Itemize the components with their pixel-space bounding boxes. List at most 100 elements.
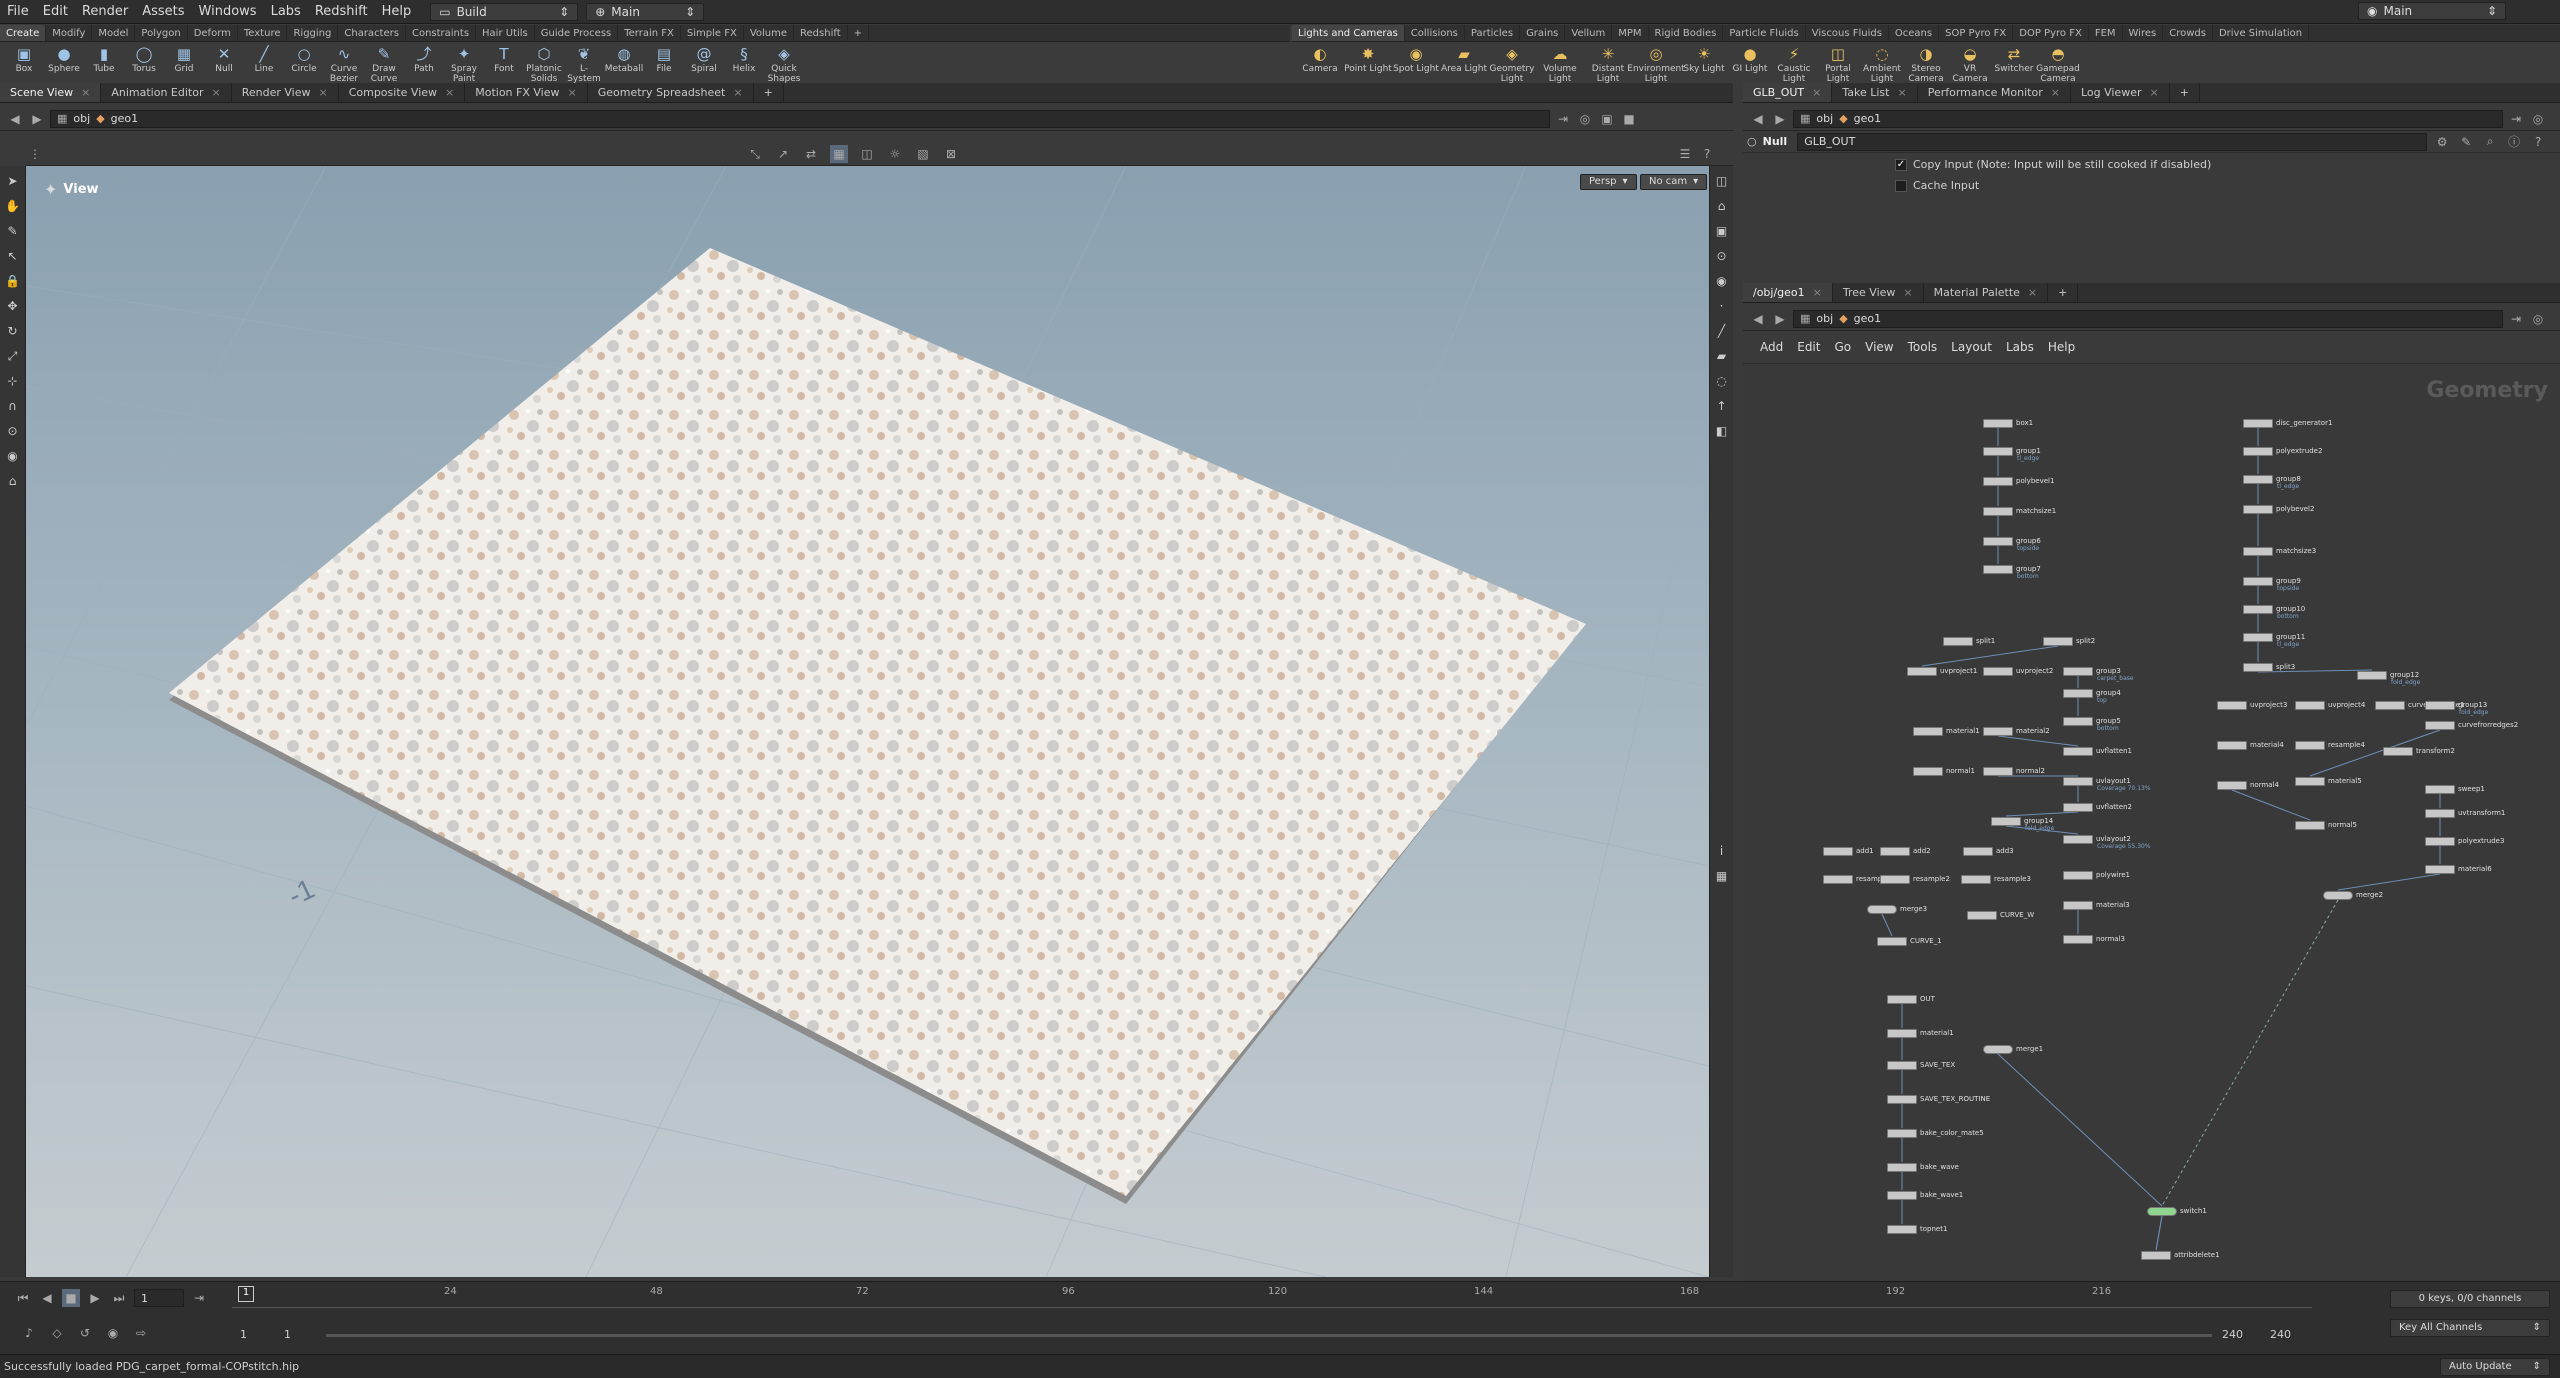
shelf-tool-9[interactable]: ✎ Draw Curve	[364, 44, 404, 85]
shelf-right-tool-4[interactable]: ◈ Geometry Light	[1488, 44, 1536, 85]
shelf-right-tab-11[interactable]: DOP Pyro FX	[2013, 25, 2089, 41]
menu-labs[interactable]: Labs	[264, 0, 308, 24]
network-node[interactable]: sweep1	[2425, 784, 2485, 794]
network-node[interactable]: uvproject3	[2217, 700, 2287, 710]
close-icon[interactable]: ×	[318, 83, 327, 102]
link-icon[interactable]: ◎	[1576, 110, 1594, 128]
shelf-right-tab-7[interactable]: Particle Fluids	[1723, 25, 1806, 41]
network-node[interactable]: group11 tl_edge	[2243, 632, 2305, 648]
wire-icon[interactable]: ◫	[858, 145, 876, 163]
network-menu-item[interactable]: Labs	[1999, 340, 2041, 354]
lights-icon[interactable]: ☼	[886, 145, 904, 163]
shelf-right-tool-9[interactable]: ● GI Light	[1728, 44, 1772, 84]
network-node[interactable]: resample4	[2295, 740, 2365, 750]
shelf-tool-5[interactable]: ✕ Null	[204, 44, 244, 84]
step-icon[interactable]: ⇥	[190, 1289, 208, 1307]
key-all-channels-button[interactable]: Key All Channels ⇕	[2390, 1319, 2550, 1337]
network-node[interactable]: bake_wave	[1887, 1162, 1959, 1172]
3d-viewport[interactable]: -1 ✦ View Persp ▾ No cam ▾	[26, 166, 1709, 1277]
network-node[interactable]: material6	[2425, 864, 2492, 874]
network-menu-item[interactable]: Go	[1827, 340, 1858, 354]
network-node[interactable]: normal1	[1913, 766, 1975, 776]
close-icon[interactable]: ×	[1897, 83, 1906, 102]
network-node[interactable]: group6 topside	[1983, 536, 2041, 552]
network-node[interactable]: split2	[2043, 636, 2095, 646]
search-icon[interactable]: ⌕	[2481, 133, 2499, 151]
step-back-icon[interactable]: ◀	[38, 1289, 56, 1307]
network-node[interactable]: box1	[1983, 418, 2033, 428]
transform-icon[interactable]: ⇄	[802, 145, 820, 163]
shelf-tool-17[interactable]: @ Spiral	[684, 44, 724, 84]
context-dropdown[interactable]: ⊕ Main ⇕	[586, 3, 705, 21]
network-node[interactable]: group14 fold_edge	[1991, 816, 2054, 832]
shelf-tab-model[interactable]: Model	[92, 25, 136, 41]
pane-tab-0[interactable]: /obj/geo1 ×	[1743, 283, 1833, 302]
home-icon[interactable]: ⌂	[1712, 196, 1732, 216]
network-node[interactable]: normal3	[2063, 934, 2125, 944]
shelf-right-tool-3[interactable]: ▰ Area Light	[1440, 44, 1488, 84]
shelf-tool-4[interactable]: ▦ Grid	[164, 44, 204, 84]
network-node[interactable]: polybevel2	[2243, 504, 2314, 514]
pin-icon[interactable]: ⇥	[2507, 110, 2525, 128]
close-icon[interactable]: ×	[1903, 283, 1912, 302]
network-path-field[interactable]: ▦ obj ◆ geo1	[1793, 309, 2503, 328]
network-node[interactable]: attribdelete1	[2141, 1250, 2220, 1260]
shelf-tool-13[interactable]: ⬡ Platonic Solids	[524, 44, 564, 85]
network-node[interactable]: split3	[2243, 662, 2295, 672]
camera-tool-icon[interactable]: ⌂	[3, 471, 23, 491]
network-node[interactable]: group7 bottom	[1983, 564, 2041, 580]
shelf-right-tool-16[interactable]: ◓ Gamepad Camera	[2036, 44, 2080, 85]
close-icon[interactable]: ×	[81, 83, 90, 102]
network-node[interactable]: uvtransform1	[2425, 808, 2505, 818]
help-icon[interactable]: ?	[2529, 133, 2547, 151]
network-node[interactable]: group12 fold_edge	[2357, 670, 2420, 686]
link-icon[interactable]: ◎	[2529, 110, 2547, 128]
shelf-right-tab-14[interactable]: Crowds	[2163, 25, 2213, 41]
grid-menu-icon[interactable]: ⋮	[26, 145, 44, 163]
help-icon[interactable]: ?	[1698, 145, 1716, 163]
shelf-tab-hair-utils[interactable]: Hair Utils	[476, 25, 535, 41]
network-node[interactable]: SAVE_TEX_ROUTINE	[1887, 1094, 1990, 1104]
menu-render[interactable]: Render	[75, 0, 135, 24]
network-node[interactable]: material2	[1983, 726, 2050, 736]
jump-start-icon[interactable]: ⏮	[14, 1289, 32, 1307]
arrow-tool-icon[interactable]: ↖	[3, 246, 23, 266]
shelf-right-tool-14[interactable]: ◒ VR Camera	[1948, 44, 1992, 85]
close-icon[interactable]: ×	[212, 83, 221, 102]
shelf-right-tool-13[interactable]: ◑ Stereo Camera	[1904, 44, 1948, 85]
network-node[interactable]: switch1	[2147, 1206, 2207, 1216]
network-node[interactable]: topnet1	[1887, 1224, 1947, 1234]
network-node[interactable]: resample3	[1961, 874, 2031, 884]
network-node[interactable]: CURVE_1	[1877, 936, 1942, 946]
shelf-tool-1[interactable]: ● Sphere	[44, 44, 84, 84]
network-menu-item[interactable]: Add	[1753, 340, 1790, 354]
display-options-icon[interactable]: ☰	[1676, 145, 1694, 163]
network-node[interactable]: merge1	[1983, 1044, 2043, 1054]
shelf-right-tool-10[interactable]: ⚡ Caustic Light	[1772, 44, 1816, 85]
info-icon[interactable]: ⓘ	[2505, 133, 2523, 151]
desktop-dropdown[interactable]: ▭ Build ⇕	[430, 3, 579, 21]
shelf-tab-rigging[interactable]: Rigging	[287, 25, 339, 41]
network-node[interactable]: polyextrude2	[2243, 446, 2322, 456]
pane-tab-0[interactable]: GLB_OUT ×	[1743, 83, 1833, 102]
network-node[interactable]: polybevel1	[1983, 476, 2054, 486]
shelf-right-tab-0[interactable]: Lights and Cameras	[1292, 25, 1405, 41]
shelf-right-tab-10[interactable]: SOP Pyro FX	[1939, 25, 2014, 41]
snap-icon[interactable]: ⤡	[746, 145, 764, 163]
close-icon[interactable]: ×	[733, 83, 742, 102]
split-icon[interactable]: ▣	[1598, 110, 1616, 128]
network-node[interactable]: CURVE_W	[1967, 910, 2034, 920]
pane-tab-5[interactable]: Geometry Spreadsheet ×	[588, 83, 754, 102]
shelf-right-tab-6[interactable]: Rigid Bodies	[1649, 25, 1724, 41]
frame-ruler[interactable]: 1 24 48 72 96 120 144 168 192 216	[232, 1282, 2312, 1308]
magnet-icon[interactable]: ∩	[3, 396, 23, 416]
pane-tab-2[interactable]: Material Palette ×	[1924, 283, 2049, 302]
view-tool-icon[interactable]: ◉	[3, 446, 23, 466]
shelf-tool-6[interactable]: ╱ Line	[244, 44, 284, 84]
shelf-tool-11[interactable]: ✦ Spray Paint	[444, 44, 484, 85]
add-tab-button[interactable]: +	[2170, 83, 2200, 102]
menu-windows[interactable]: Windows	[192, 0, 264, 24]
realtime-icon[interactable]: ◉	[104, 1324, 122, 1342]
shelf-tool-10[interactable]: ⤴ Path	[404, 44, 444, 84]
pin-icon[interactable]: ⊙	[1712, 246, 1732, 266]
